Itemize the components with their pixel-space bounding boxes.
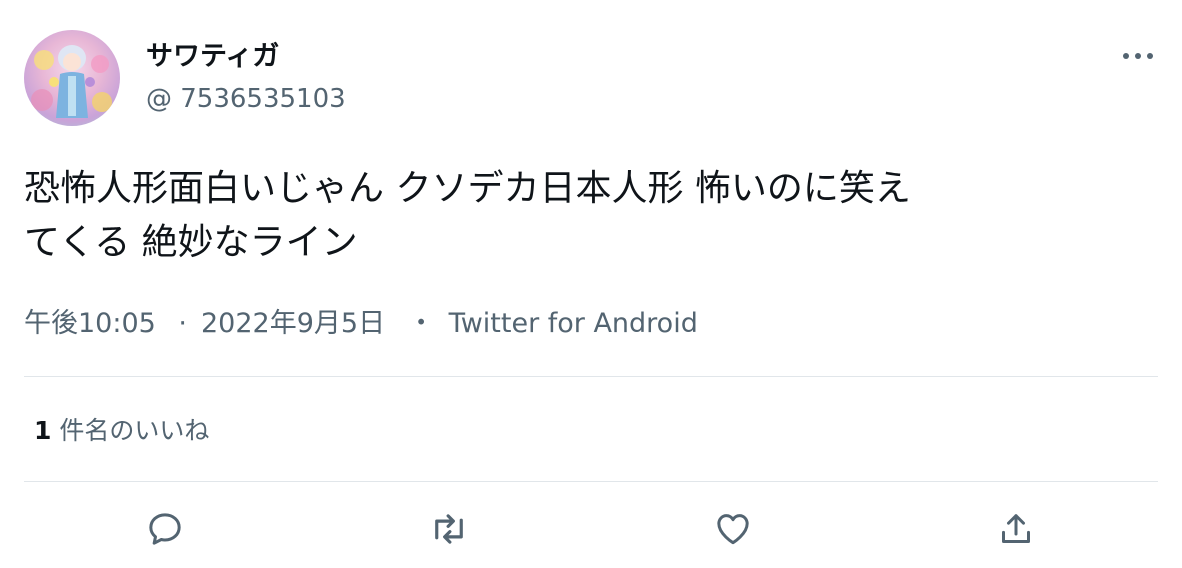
- tweet-metadata: 午後10:05 · 2022年9月5日 ・ Twitter for Android: [24, 306, 698, 342]
- tweet-source-link[interactable]: Twitter for Android: [449, 308, 698, 339]
- heart-icon: [717, 514, 749, 545]
- likes-count-link[interactable]: 1 件名のいいね: [34, 414, 209, 448]
- retweet-button[interactable]: [426, 506, 472, 552]
- more-options-button[interactable]: [1118, 40, 1158, 72]
- retweet-icon: [435, 514, 463, 544]
- tweet-time[interactable]: 午後10:05: [24, 308, 156, 339]
- tweet-text: 恐怖人形面白いじゃん クソデカ日本人形 怖いのに笑え てくる 絶妙なライン: [24, 168, 911, 263]
- user-handle[interactable]: @ 7536535103: [146, 82, 346, 116]
- reply-button[interactable]: [142, 506, 188, 552]
- avatar-illustration: [31, 45, 112, 118]
- reply-icon: [149, 513, 181, 545]
- tweet-date[interactable]: 2022年9月5日: [201, 308, 385, 339]
- share-icon: [1002, 514, 1030, 543]
- like-button[interactable]: [710, 506, 756, 552]
- likes-count: 1: [34, 416, 52, 445]
- likes-label: 件名のいいね: [59, 416, 210, 445]
- display-name[interactable]: サワティガ: [146, 40, 279, 74]
- divider: [24, 481, 1158, 482]
- divider: [24, 376, 1158, 377]
- more-horizontal-icon: [1123, 53, 1153, 59]
- meta-separator: ・: [407, 308, 435, 339]
- tweet-card: サワティガ @ 7536535103 恐怖人形面白いじゃん クソデカ日本人形 怖…: [0, 0, 1182, 568]
- avatar[interactable]: [24, 30, 120, 126]
- meta-separator: ·: [178, 308, 187, 339]
- share-button[interactable]: [993, 506, 1039, 552]
